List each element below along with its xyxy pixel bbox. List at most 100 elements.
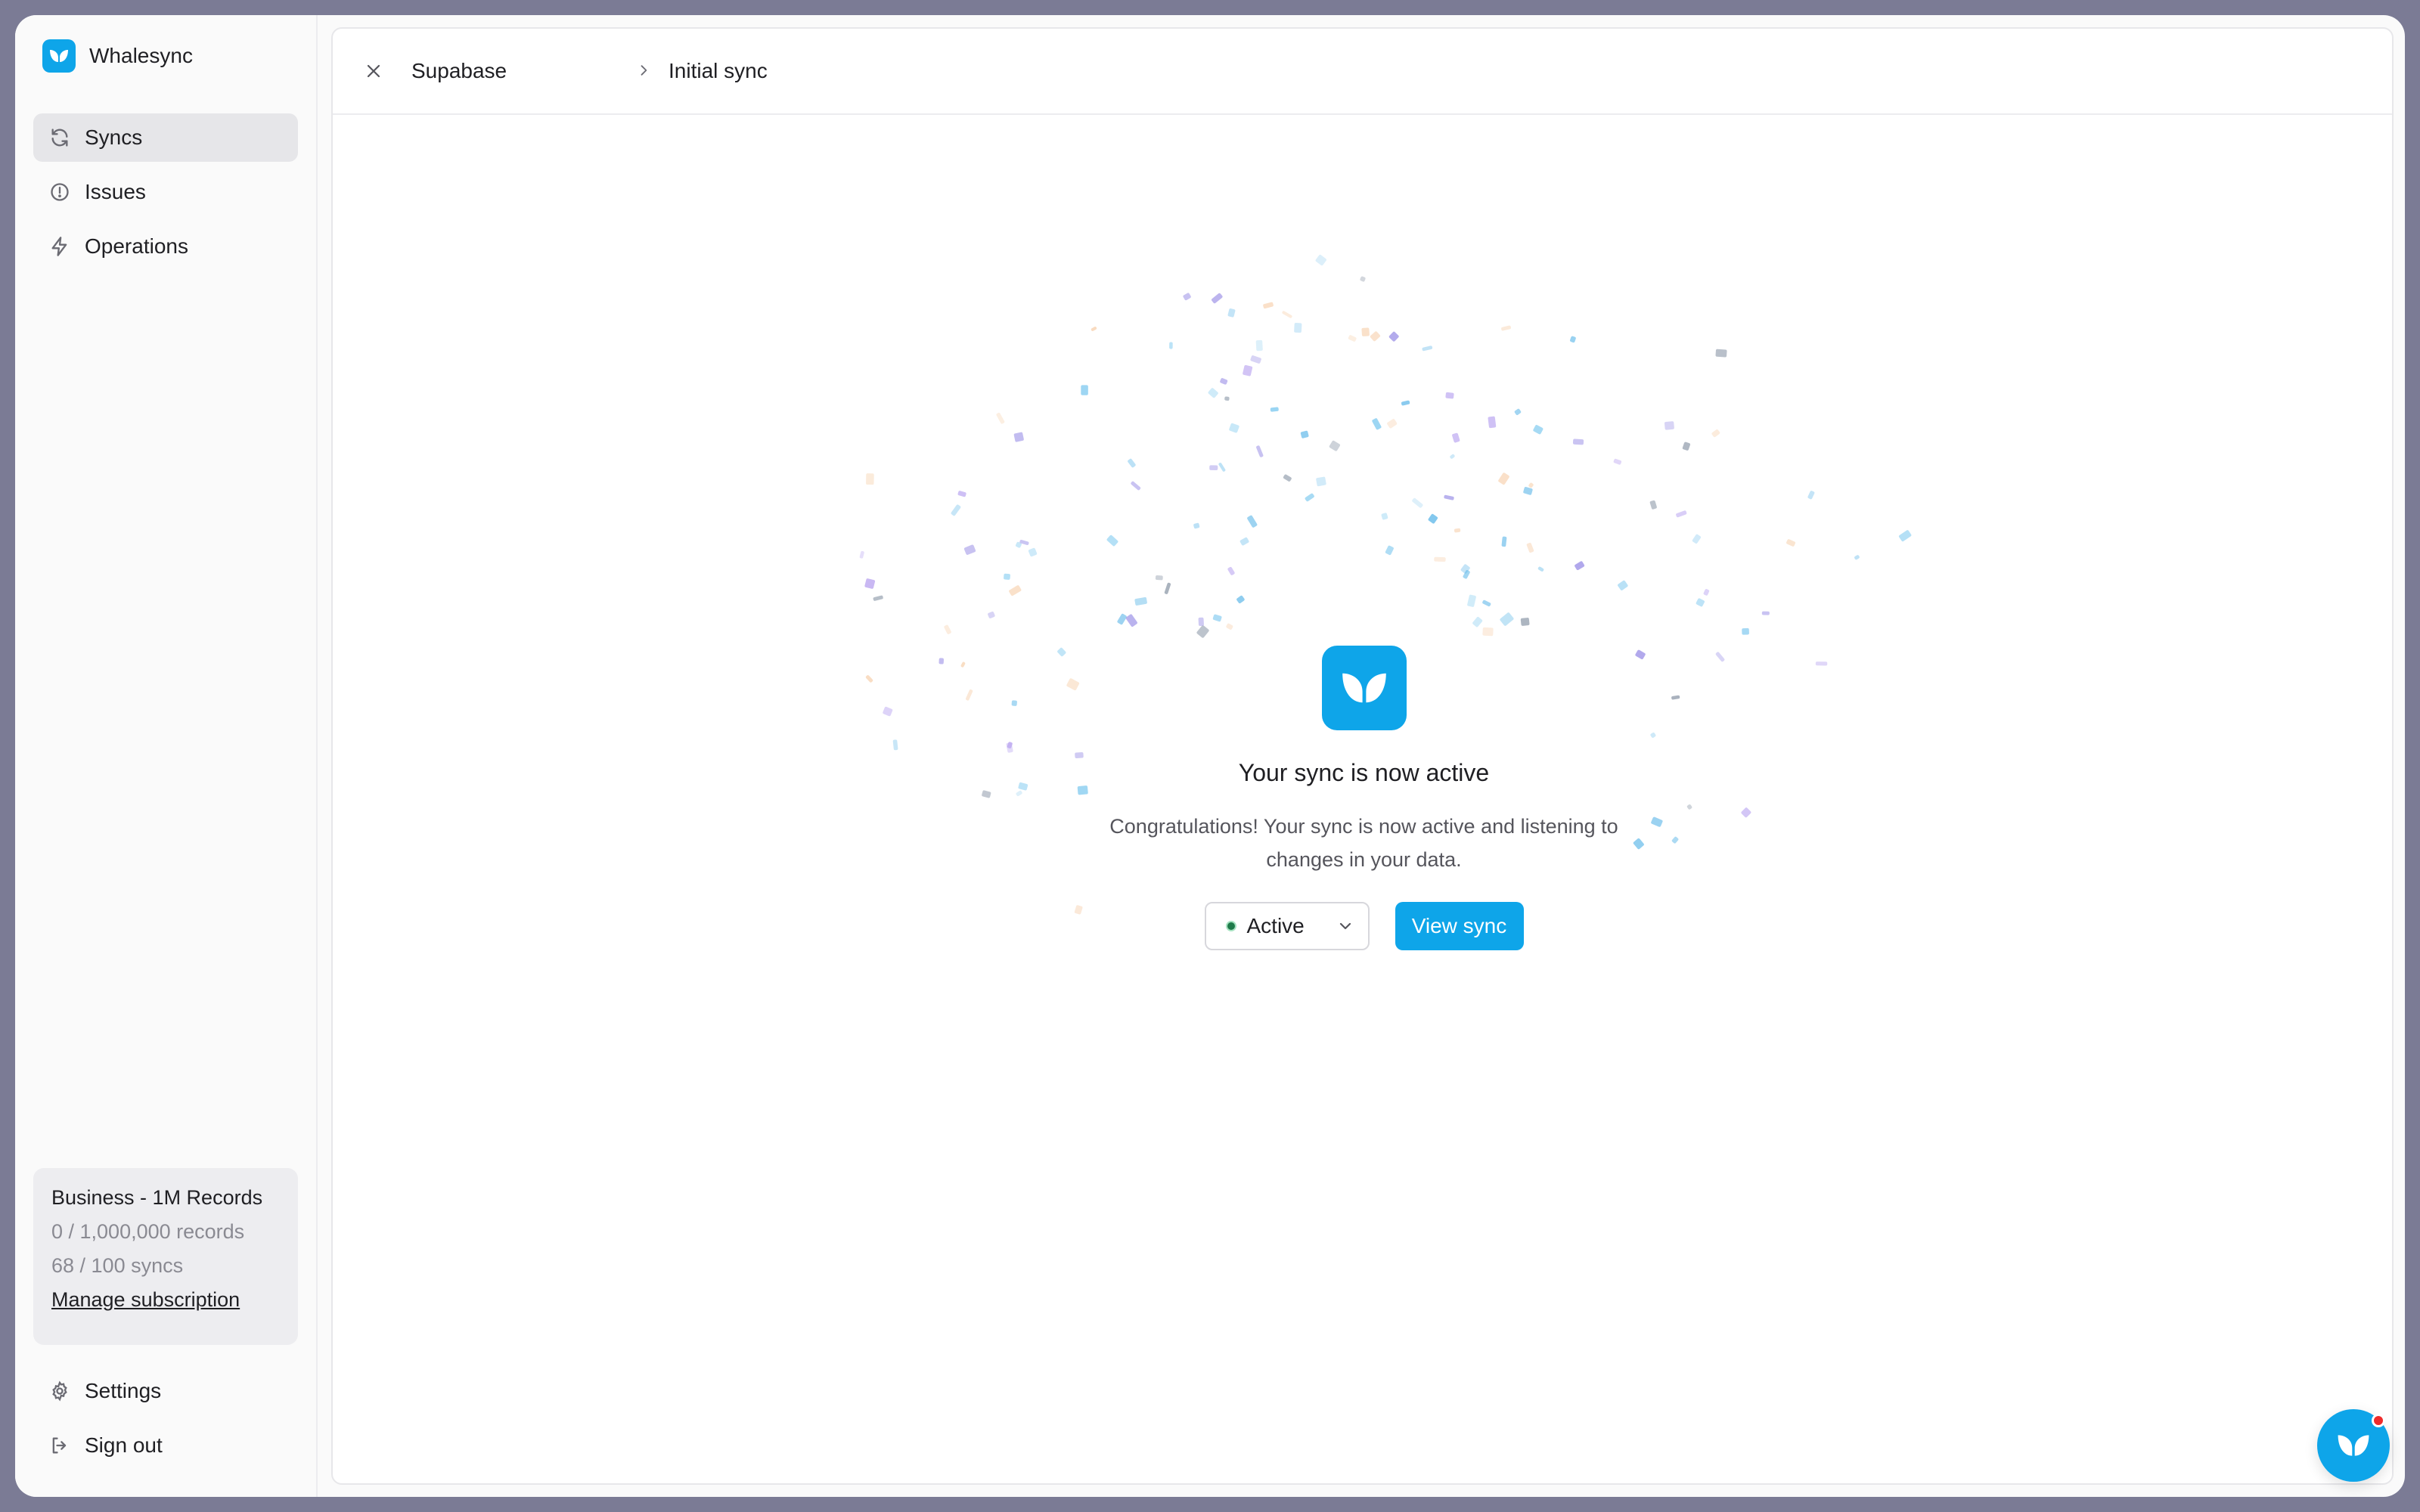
confetti-piece [1498,472,1509,485]
sidebar-item-settings[interactable]: Settings [33,1367,298,1415]
alert-circle-icon [48,181,71,203]
confetti-piece [1388,331,1399,342]
whalesync-logo-icon [1321,646,1407,730]
plan-card: Business - 1M Records 0 / 1,000,000 reco… [33,1168,298,1345]
sidebar-item-syncs[interactable]: Syncs [33,113,298,162]
status-dot-icon [1225,921,1236,931]
app-window: Whalesync Syncs Issues Operations Busine… [15,15,2405,1497]
confetti-piece [1009,585,1022,596]
confetti-piece [1091,327,1097,331]
confetti-piece [1528,482,1534,488]
confetti-piece [957,491,966,497]
confetti-piece [1501,536,1507,547]
sidebar-item-issues[interactable]: Issues [33,168,298,216]
confetti-piece [1256,445,1264,457]
confetti-piece [1128,458,1136,468]
manage-subscription-link[interactable]: Manage subscription [51,1288,240,1312]
confetti-piece [1125,614,1137,627]
confetti-piece [1243,364,1253,376]
breadcrumb-source[interactable]: Supabase [411,59,507,83]
confetti-piece [1212,614,1222,622]
confetti-piece [1488,416,1497,429]
confetti-piece [1472,617,1483,627]
sidebar-item-label: Operations [85,234,188,258]
confetti-piece [1514,408,1522,415]
confetti-piece [1452,432,1460,443]
confetti-piece [1649,500,1657,510]
confetti-piece [1445,392,1454,399]
confetti-piece [1703,589,1710,596]
confetti-piece [1742,627,1749,635]
confetti-piece [1209,465,1218,471]
app-name: Whalesync [89,44,193,67]
sidebar: Whalesync Syncs Issues Operations Busine… [15,15,318,1497]
confetti-piece [1696,598,1705,607]
confetti-piece [1155,575,1163,581]
confetti-piece [1387,419,1398,429]
confetti-piece [1500,612,1514,626]
confetti-piece [1196,625,1209,638]
confetti-piece [1300,430,1309,438]
confetti-piece [1664,421,1674,430]
confetti-piece [1575,561,1585,571]
confetti-piece [1613,458,1622,465]
confetti-piece [1467,594,1476,607]
confetti-piece [944,624,951,634]
close-button[interactable] [360,57,387,85]
confetti-piece [859,550,864,559]
confetti-piece [963,544,976,555]
confetti-piece [1450,454,1455,459]
refresh-icon [48,126,71,149]
confetti-piece [1226,623,1233,630]
confetti-piece [1618,580,1628,590]
sidebar-item-sign-out[interactable]: Sign out [33,1421,298,1470]
confetti-piece [1224,396,1230,401]
confetti-piece [1193,522,1200,529]
confetti-piece [1227,566,1235,575]
action-row: Active View sync [333,902,2392,950]
confetti-piece [1198,617,1204,627]
confetti-piece [1537,566,1544,572]
confetti-piece [1570,336,1576,343]
confetti-piece [1444,494,1454,500]
confetti-piece [1283,474,1292,482]
confetti-piece [1247,515,1258,528]
breadcrumb-step: Initial sync [669,59,768,82]
bolt-icon [48,235,71,258]
sidebar-bottom-nav: Settings Sign out [33,1367,298,1476]
status-select[interactable]: Active [1204,902,1370,950]
view-sync-button[interactable]: View sync [1395,902,1524,950]
confetti-piece [996,412,1005,424]
confetti-piece [1106,534,1118,547]
sidebar-item-operations[interactable]: Operations [33,222,298,271]
confetti-piece [1361,327,1370,336]
chat-launcher-button[interactable] [2317,1409,2390,1482]
chevron-down-icon [1339,922,1351,930]
sidebar-nav: Syncs Issues Operations [33,113,298,277]
confetti-piece [1385,545,1394,556]
plan-records-usage: 0 / 1,000,000 records [51,1220,245,1243]
brand[interactable]: Whalesync [42,39,193,73]
confetti-piece [1676,510,1687,518]
confetti-piece [1761,611,1770,615]
confetti-piece [1239,537,1249,546]
confetti-piece [864,578,876,589]
confetti-piece [1229,423,1239,433]
confetti-piece [1263,302,1274,309]
gear-icon [48,1380,71,1402]
sidebar-item-label: Settings [85,1379,162,1402]
confetti-piece [1282,311,1292,318]
confetti-piece [1381,513,1388,520]
main-panel: Supabase Initial sync Your sync is now a… [331,27,2394,1485]
confetti-piece [988,611,995,618]
confetti-piece [1212,293,1223,304]
confetti-piece [1117,613,1127,625]
confetti-piece [1329,440,1340,451]
confetti-piece [1372,418,1382,430]
confetti-piece [1305,493,1314,502]
confetti-piece [1013,432,1024,442]
plan-syncs-usage: 68 / 100 syncs [51,1254,184,1277]
confetti-piece [1454,528,1461,533]
confetti-piece [1220,378,1228,385]
confetti-piece [1501,325,1511,331]
